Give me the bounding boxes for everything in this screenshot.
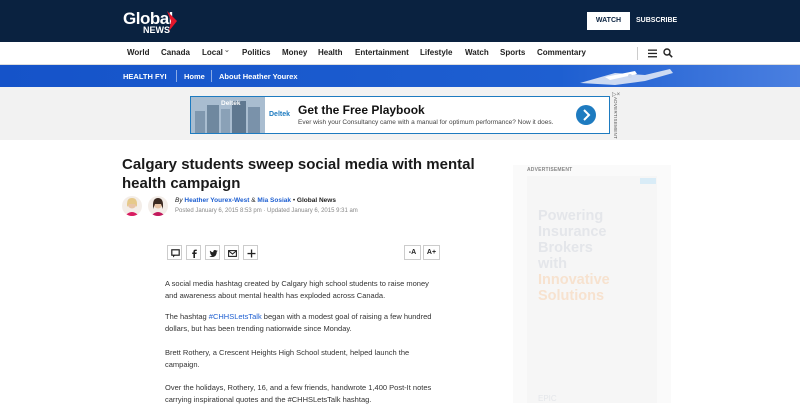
main-nav: World Canada Local ⌄ Politics Money Heal… [0, 42, 800, 65]
ad-brand: Deltek [269, 111, 291, 118]
byline-separator: • [292, 197, 296, 204]
watch-button[interactable]: WATCH [587, 12, 630, 30]
sidebar-ad-line: Brokers [538, 240, 593, 256]
sidebar-ad-logo: EPIC [538, 394, 557, 403]
ad-subtitle: Ever wish your Consultancy came with a m… [298, 119, 554, 126]
twitter-icon [209, 250, 218, 257]
byline-outlet: Global News [296, 197, 336, 204]
decrease-font-button[interactable]: -A [404, 245, 421, 260]
nav-world[interactable]: World [127, 48, 150, 57]
nav-entertainment[interactable]: Entertainment [355, 48, 409, 57]
nav-sports[interactable]: Sports [500, 48, 525, 57]
author-photo-icon [122, 196, 142, 216]
author-avatar-2[interactable] [148, 196, 168, 216]
deltek-ad-banner[interactable]: Deltek Deltek Get the Free Playbook Ever… [190, 96, 610, 134]
paragraph-text: The hashtag [165, 312, 209, 321]
email-icon [228, 250, 237, 257]
top-header: Global NEWS WATCH SUBSCRIBE [0, 0, 800, 42]
article-headline: Calgary students sweep social media with… [122, 156, 475, 192]
hashtag-link[interactable]: #CHHSLetsTalk [209, 312, 262, 321]
section-banner-art [580, 69, 673, 85]
nav-politics[interactable]: Politics [242, 48, 270, 57]
facebook-icon [192, 249, 197, 258]
section-about-link[interactable]: About Heather Yourex [219, 72, 298, 81]
nav-divider [637, 47, 638, 60]
ad-arrow-button[interactable] [576, 105, 596, 125]
author-photo-icon [148, 196, 168, 216]
more-share-button[interactable] [243, 245, 258, 260]
hamburger-menu-icon[interactable] [648, 49, 657, 58]
ad-image: Deltek [191, 97, 265, 133]
arrow-right-icon [583, 109, 591, 121]
author-avatar-1[interactable] [122, 196, 142, 216]
nav-local[interactable]: Local [202, 48, 223, 57]
sidebar-ad-line: Solutions [538, 288, 605, 304]
sidebar-ad-line: with [538, 256, 567, 272]
ad-small-logo: Deltek [221, 100, 241, 107]
article-byline: By Heather Yourex-West & Mia Sosiak • Gl… [175, 197, 336, 204]
comment-icon [171, 249, 180, 258]
section-bar: HEALTH FYI Home About Heather Yourex [0, 65, 800, 87]
byline-amp: & [251, 197, 256, 204]
nav-lifestyle[interactable]: Lifestyle [420, 48, 452, 57]
sidebar-ad-label: ADVERTISEMENT [527, 167, 573, 173]
facebook-share-button[interactable] [186, 245, 201, 260]
comment-button[interactable] [167, 245, 182, 260]
article-paragraph-3: Brett Rothery, a Crescent Heights High S… [165, 348, 410, 369]
author-link-2[interactable]: Mia Sosiak [257, 197, 291, 204]
email-share-button[interactable] [224, 245, 239, 260]
sidebar-ad-headline: Powering Insurance Brokers with Innovati… [538, 208, 610, 304]
section-title[interactable]: HEALTH FYI [123, 72, 167, 81]
nav-commentary[interactable]: Commentary [537, 48, 586, 57]
subscribe-link[interactable]: SUBSCRIBE [636, 12, 677, 30]
logo-arrow-icon [167, 11, 177, 31]
ad-title: Get the Free Playbook [298, 103, 425, 117]
ad-label: ADVERTISEMENT [613, 97, 618, 140]
chevron-down-icon[interactable]: ⌄ [224, 46, 230, 54]
nav-health[interactable]: Health [318, 48, 342, 57]
article-paragraph-1: A social media hashtag created by Calgar… [165, 279, 429, 300]
nav-watch[interactable]: Watch [465, 48, 489, 57]
article-paragraph-2: The hashtag #CHHSLetsTalk began with a m… [165, 311, 435, 335]
nav-canada[interactable]: Canada [161, 48, 190, 57]
search-icon[interactable] [663, 48, 673, 58]
nav-money[interactable]: Money [282, 48, 307, 57]
byline-prefix: By [175, 197, 183, 204]
adchoices-icon[interactable] [640, 178, 656, 184]
sidebar-ad-line: Powering [538, 208, 604, 224]
plus-icon [247, 249, 256, 258]
article-timestamp: Posted January 6, 2015 8:53 pm · Updated… [175, 208, 358, 214]
sidebar-ad-line: Innovative [538, 272, 610, 288]
author-link-1[interactable]: Heather Yourex-West [184, 197, 249, 204]
twitter-share-button[interactable] [205, 245, 220, 260]
sidebar-ad[interactable]: Powering Insurance Brokers with Innovati… [527, 176, 657, 403]
increase-font-button[interactable]: A+ [423, 245, 440, 260]
global-news-logo[interactable]: Global NEWS [123, 9, 179, 35]
sidebar-ad-line: Insurance [538, 224, 607, 240]
article-paragraph-4: Over the holidays, Rothery, 16, and a fe… [165, 383, 432, 404]
section-home-link[interactable]: Home [184, 72, 205, 81]
